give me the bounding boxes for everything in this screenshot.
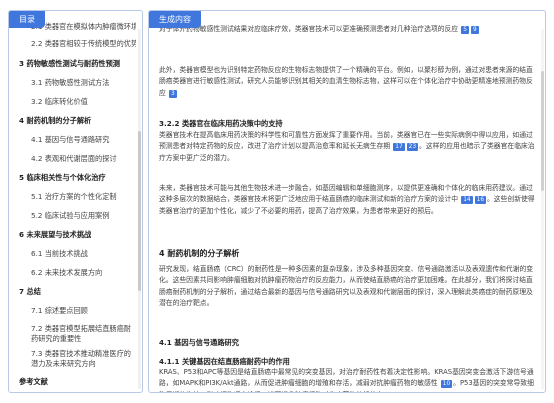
content-title: 生成内容 (149, 11, 201, 28)
paragraph: 类器官技术在提高临床用药决策的科学性和可靠性方面发挥了重要作用。当前，类器官已在… (159, 131, 535, 162)
article-body: 对于体外药物敏感性测试结果对应临床疗效，类器官技术可以更准确预测患者对几种治疗选… (159, 11, 535, 392)
content-panel: 生成内容 对于体外药物敏感性测试结果对应临床疗效，类器官技术可以更准确预测患者对… (148, 10, 546, 393)
toc-item[interactable]: 7.2 类器官模型拓展结直肠癌耐药研究的重要性 (31, 324, 136, 344)
toc-scrollbar-thumb[interactable] (138, 131, 141, 291)
toc-panel: 目录 2.1 类器官在模拟体内肿瘤微环境中的优势 2.2 类器官相较于传统模型的… (8, 10, 143, 393)
citation-link[interactable]: 5 (461, 26, 469, 34)
toc-item[interactable]: 3 药物敏感性测试与耐药性预测 (19, 59, 136, 69)
citation-link[interactable]: 17 (393, 143, 405, 152)
citation-link[interactable]: 9 (470, 26, 479, 34)
toc-item[interactable]: 5.1 治疗方案的个性化定制 (31, 192, 136, 202)
toc-item[interactable]: 6.2 未来技术发展方向 (31, 268, 136, 278)
toc-item[interactable]: 5.2 临床试验与应用案例 (31, 211, 136, 221)
citation-link[interactable]: 14 (461, 196, 473, 205)
citation-link[interactable]: 23 (406, 143, 419, 152)
toc-list: 2.1 类器官在模拟体内肿瘤微环境中的优势 2.2 类器官相较于传统模型的优势 … (9, 11, 142, 392)
toc-item[interactable]: 3.2 临床转化价值 (31, 97, 136, 107)
toc-item[interactable]: 参考文献 (19, 377, 136, 387)
paragraph: 对于体外药物敏感性测试结果对应临床疗效，类器官技术可以更准确预测患者对几种治疗选… (159, 25, 479, 34)
section-heading: 4.1 基因与信号通路研究 (159, 338, 239, 347)
toc-item[interactable]: 3.1 药物敏感性测试方法 (31, 78, 136, 88)
paragraph: 此外，类器官模型也为识别特定药物反应的生物标志物提供了一个精确的平台。例如，以聚… (159, 66, 533, 98)
toc-item[interactable]: 6 未来展望与技术挑战 (19, 230, 136, 240)
section-heading: 4 耐药机制的分子解析 (159, 249, 240, 258)
toc-item[interactable]: 4 耐药机制的分子解析 (19, 116, 136, 126)
toc-item[interactable]: 7.1 综述要点回顾 (31, 306, 136, 316)
paragraph: 未来，类器官技术可能与其他生物技术进一步融合，如基因编辑和单细胞测序，以提供更准… (159, 184, 535, 215)
toc-item[interactable]: 6.1 当前技术挑战 (31, 249, 136, 259)
toc-item[interactable]: 2.2 类器官相较于传统模型的优势 (31, 39, 136, 49)
content-scrollbar-thumb[interactable] (541, 71, 544, 191)
toc-item[interactable]: 7 总结 (19, 287, 136, 297)
toc-item[interactable]: 2.1 类器官在模拟体内肿瘤微环境中的优势 (31, 22, 136, 32)
section-heading: 3.2.2 类器官在临床用药决策中的支持 (159, 119, 283, 128)
section-heading: 4.1.1 关键基因在结直肠癌耐药中的作用 (159, 357, 290, 366)
paragraph: KRAS、P53和APC等基因是结直肠癌中最常见的突变基因，对治疗耐药性有着决定… (159, 368, 534, 392)
toc-item[interactable]: 5 临床相关性与个体化治疗 (19, 173, 136, 183)
citation-link[interactable]: 10 (440, 380, 453, 389)
toc-title: 目录 (9, 11, 45, 28)
toc-item[interactable]: 4.2 表观和代谢层面的探讨 (31, 154, 136, 164)
paragraph: 研究发现，结直肠癌（CRC）的耐药性是一种多因素的复杂现象，涉及多种基因突变、信… (159, 265, 534, 308)
toc-item[interactable]: 4.1 基因与信号通路研究 (31, 135, 136, 145)
toc-item[interactable]: 7.3 类器官技术推动精准医疗的潜力及未来研究方向 (31, 349, 136, 369)
citation-link[interactable]: 16 (474, 196, 487, 205)
citation-link[interactable]: 3 (168, 89, 177, 98)
